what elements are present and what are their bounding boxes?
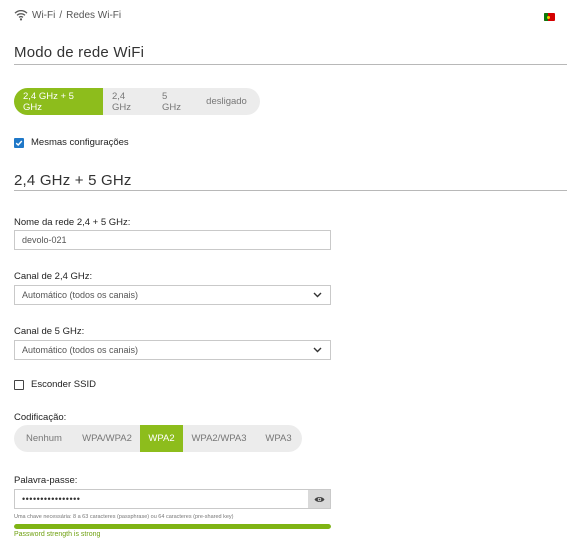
check-icon — [15, 140, 23, 146]
encryption-option-wpa3[interactable]: WPA3 — [255, 425, 302, 452]
channel-24-value: Automático (todos os canais) — [22, 290, 139, 300]
encryption-option-wpa-wpa2[interactable]: WPA/WPA2 — [74, 425, 140, 452]
hide-ssid-checkbox[interactable] — [14, 379, 24, 390]
breadcrumb-current: Redes Wi-Fi — [66, 9, 122, 21]
breadcrumb: Wi-Fi / Redes Wi-Fi — [32, 10, 121, 21]
wifi-mode-option-off[interactable]: desligado — [193, 88, 260, 115]
encryption-option-wpa2-wpa3[interactable]: WPA2/WPA3 — [183, 425, 255, 452]
wifi-mode-option-5ghz[interactable]: 5 GHz — [153, 88, 193, 115]
breadcrumb-wifi-link[interactable]: Wi-Fi — [32, 10, 55, 21]
encryption-selector: Nenhum WPA/WPA2 WPA2 WPA2/WPA3 WPA3 — [14, 425, 302, 452]
same-settings-checkbox[interactable] — [14, 137, 24, 148]
eye-icon — [314, 496, 324, 502]
hide-ssid-label: Esconder SSID — [31, 379, 96, 390]
wifi-mode-selector: 2,4 GHz + 5 GHz 2,4 GHz 5 GHz desligado — [14, 88, 260, 115]
password-field-group: •••••••••••••••• — [14, 489, 331, 509]
channel-24-select[interactable]: Automático (todos os canais) — [14, 285, 331, 305]
divider — [14, 64, 567, 65]
wifi-icon — [14, 10, 28, 21]
password-strength-text: Password strength is strong — [14, 531, 101, 538]
chevron-down-icon — [313, 347, 322, 353]
password-strength-bar — [14, 524, 331, 529]
hide-ssid-row[interactable]: Esconder SSID — [14, 379, 96, 390]
show-password-button[interactable] — [308, 490, 330, 508]
password-hint: Uma chave necessária: 8 a 63 caracteres … — [14, 514, 234, 520]
wifi-mode-title: Modo de rede WiFi — [14, 44, 145, 61]
breadcrumb-separator: / — [59, 9, 63, 21]
password-label: Palavra-passe: — [14, 475, 78, 486]
channel-24-label: Canal de 2,4 GHz: — [14, 271, 93, 282]
channel-5-label: Canal de 5 GHz: — [14, 326, 85, 337]
same-settings-label: Mesmas configurações — [31, 137, 129, 148]
channel-5-select[interactable]: Automático (todos os canais) — [14, 340, 331, 360]
portugal-flag-icon[interactable] — [544, 13, 555, 21]
channel-5-value: Automático (todos os canais) — [22, 345, 139, 355]
wifi-mode-option-24ghz[interactable]: 2,4 GHz — [103, 88, 153, 115]
wifi-mode-option-both[interactable]: 2,4 GHz + 5 GHz — [14, 88, 103, 115]
encryption-label: Codificação: — [14, 412, 67, 423]
same-settings-row[interactable]: Mesmas configurações — [14, 137, 129, 148]
divider — [14, 190, 567, 191]
network-name-input[interactable]: devolo-021 — [14, 230, 331, 250]
encryption-option-wpa2[interactable]: WPA2 — [140, 425, 183, 452]
encryption-option-none[interactable]: Nenhum — [14, 425, 74, 452]
band-section-title: 2,4 GHz + 5 GHz — [14, 172, 132, 189]
password-input[interactable]: •••••••••••••••• — [15, 490, 308, 508]
top-bar: Wi-Fi / Redes Wi-Fi — [14, 8, 121, 22]
password-strength-fill — [14, 524, 331, 529]
network-name-label: Nome da rede 2,4 + 5 GHz: — [14, 217, 131, 228]
chevron-down-icon — [313, 292, 322, 298]
